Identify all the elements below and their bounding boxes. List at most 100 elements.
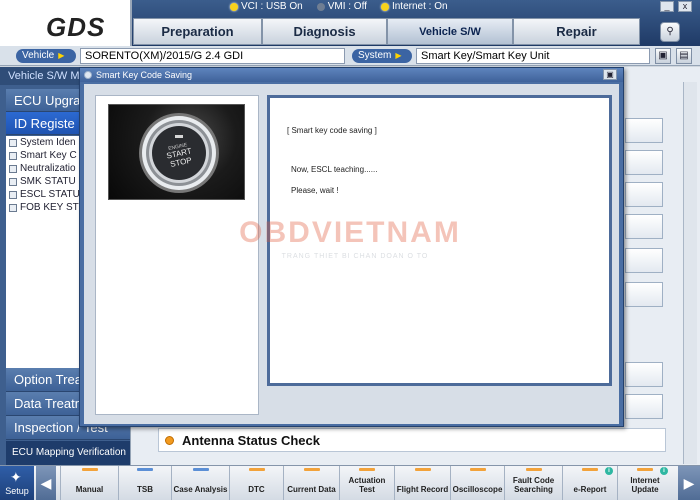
dialog-title: Smart Key Code Saving bbox=[96, 70, 193, 80]
image-panel: ENGINE START STOP bbox=[95, 95, 259, 415]
print-icon[interactable]: ▤ bbox=[676, 48, 692, 64]
connection-status: VCI : USB On VMI : Off Internet : On bbox=[230, 0, 448, 13]
vmi-status-label: VMI : Off bbox=[327, 1, 367, 12]
sub-item-label: ESCL STATU bbox=[20, 189, 80, 200]
top-bar: GDS VCI : USB On VMI : Off Internet : On… bbox=[0, 0, 700, 64]
sub-item-label: FOB KEY ST bbox=[20, 202, 79, 213]
toolbar-button-label: Actuation Test bbox=[348, 476, 386, 494]
toolbar-button-label: e-Report bbox=[573, 485, 607, 494]
toolbar-icon bbox=[637, 468, 653, 471]
tab-vehicle-sw-management[interactable]: Vehicle S/W Management bbox=[387, 18, 513, 64]
toolbar-button-manual[interactable]: Manual bbox=[60, 466, 118, 500]
toolbar-icon bbox=[359, 468, 375, 471]
toolbar-icon bbox=[81, 468, 98, 471]
close-icon[interactable]: ▣ bbox=[603, 69, 617, 80]
list-icon bbox=[9, 177, 17, 186]
minimize-button[interactable]: _ bbox=[660, 1, 674, 12]
toolbar-button-tsb[interactable]: TSB bbox=[118, 466, 171, 500]
toolbar-button-label: DTC bbox=[248, 485, 265, 494]
message-panel: [ Smart key code saving ] Now, ESCL teac… bbox=[267, 95, 612, 386]
system-select-button[interactable]: System ▶ bbox=[352, 49, 412, 63]
toolbar-icon bbox=[582, 468, 598, 471]
procedure-button[interactable] bbox=[625, 282, 663, 307]
toolbar-icon bbox=[137, 468, 153, 471]
system-field: Smart Key/Smart Key Unit bbox=[416, 48, 650, 64]
smart-key-code-saving-dialog: Smart Key Code Saving ▣ ENGINE START STO… bbox=[79, 67, 624, 427]
procedure-button[interactable] bbox=[625, 182, 663, 207]
gds-logo: GDS bbox=[0, 0, 132, 46]
toolbar-icon bbox=[248, 468, 265, 471]
toolbar-button-label: Case Analysis bbox=[173, 485, 228, 494]
wrench-icon: ✦ bbox=[10, 469, 22, 485]
vmi-indicator-icon bbox=[316, 2, 325, 11]
toolbar-icon bbox=[525, 468, 542, 471]
antenna-status-check-item[interactable]: Antenna Status Check bbox=[158, 428, 666, 452]
procedure-button[interactable] bbox=[625, 150, 663, 175]
system-label: System bbox=[358, 50, 392, 61]
toolbar-button-label: Flight Record bbox=[396, 485, 449, 494]
sub-item-label: Neutralizatio bbox=[20, 163, 76, 174]
bullet-icon bbox=[165, 435, 174, 445]
toolbar-button-label: Oscilloscope bbox=[452, 485, 503, 494]
toolbar-icon bbox=[414, 468, 431, 471]
vehicle-label: Vehicle bbox=[22, 50, 55, 61]
vehicle-info-bar: Vehicle ▶ SORENTO(XM)/2015/G 2.4 GDI Syst… bbox=[0, 46, 700, 66]
toolbar-button-actuation-test[interactable]: Actuation Test bbox=[339, 466, 394, 500]
sidebar-item-ecu-mapping-verification[interactable]: ECU Mapping Verification bbox=[6, 441, 130, 465]
sub-item-label: SMK STATU bbox=[20, 176, 76, 187]
list-icon bbox=[9, 164, 17, 173]
dialog-icon bbox=[84, 71, 92, 79]
list-icon bbox=[9, 138, 17, 147]
logo-text: GDS bbox=[46, 12, 106, 42]
procedure-button[interactable] bbox=[625, 118, 663, 143]
toolbar-button-e-report[interactable]: i e-Report bbox=[562, 466, 617, 500]
list-icon bbox=[9, 203, 17, 212]
toolbar-button-current-data[interactable]: Current Data bbox=[283, 466, 339, 500]
setup-button[interactable]: ✦ Setup bbox=[0, 466, 34, 500]
toolbar-button-internet-update[interactable]: i Internet Update bbox=[617, 466, 672, 500]
setup-label: Setup bbox=[5, 486, 29, 496]
procedure-button[interactable] bbox=[625, 394, 663, 419]
dialog-heading: [ Smart key code saving ] bbox=[287, 126, 377, 135]
tab-repair[interactable]: Repair bbox=[513, 18, 640, 45]
toolbar-button-label: Current Data bbox=[287, 485, 336, 494]
toolbar-button-label: Fault Code Searching bbox=[512, 476, 555, 494]
antenna-status-check-label: Antenna Status Check bbox=[182, 432, 320, 448]
toolbar-button-case-analysis[interactable]: Case Analysis bbox=[171, 466, 229, 500]
toolbar-button-oscilloscope[interactable]: Oscilloscope bbox=[450, 466, 504, 500]
internet-indicator-icon bbox=[380, 2, 389, 11]
close-window-button[interactable]: x bbox=[678, 1, 692, 12]
vci-status-label: VCI : USB On bbox=[241, 1, 303, 12]
internet-status-label: Internet : On bbox=[391, 1, 448, 12]
vci-indicator-icon bbox=[230, 2, 238, 11]
bottom-toolbar: ✦ Setup ◀ ▶ Manual TSB Case Analysis DTC Cur… bbox=[0, 465, 700, 500]
scroll-right-icon[interactable]: ▶ bbox=[678, 466, 700, 500]
screenshot-icon[interactable]: ▣ bbox=[655, 48, 671, 64]
toolbar-button-label: Manual bbox=[75, 485, 104, 494]
sub-item-label: System Iden bbox=[20, 137, 76, 148]
toolbar-button-fault-code-searching[interactable]: Fault Code Searching bbox=[504, 466, 562, 500]
play-arrow-icon: ▶ bbox=[58, 51, 65, 60]
tab-diagnosis[interactable]: Diagnosis bbox=[262, 18, 387, 45]
vertical-scrollbar[interactable] bbox=[683, 82, 697, 464]
toolbar-button-flight-record[interactable]: Flight Record bbox=[394, 466, 450, 500]
procedure-button[interactable] bbox=[625, 362, 663, 387]
tab-preparation[interactable]: Preparation bbox=[133, 18, 262, 45]
toolbar-icon bbox=[192, 468, 209, 471]
toolbar-icon bbox=[303, 468, 320, 471]
sub-item-label: Smart Key C bbox=[20, 150, 77, 161]
escl-teaching-message: Now, ESCL teaching...... bbox=[291, 165, 378, 174]
toolbar-icon bbox=[469, 468, 486, 471]
procedure-button[interactable] bbox=[625, 214, 663, 239]
search-icon[interactable]: ⚲ bbox=[660, 22, 680, 42]
dialog-title-bar: Smart Key Code Saving ▣ bbox=[80, 68, 623, 82]
scroll-left-icon[interactable]: ◀ bbox=[36, 466, 56, 500]
procedure-button[interactable] bbox=[625, 248, 663, 273]
start-stop-button-image: ENGINE START STOP bbox=[108, 104, 245, 200]
toolbar-button-dtc[interactable]: DTC bbox=[229, 466, 283, 500]
vehicle-select-button[interactable]: Vehicle ▶ bbox=[16, 49, 76, 63]
internet-status: Internet : On bbox=[380, 1, 448, 12]
info-badge-icon: i bbox=[605, 467, 613, 475]
play-arrow-icon: ▶ bbox=[395, 51, 402, 60]
list-icon bbox=[9, 190, 17, 199]
